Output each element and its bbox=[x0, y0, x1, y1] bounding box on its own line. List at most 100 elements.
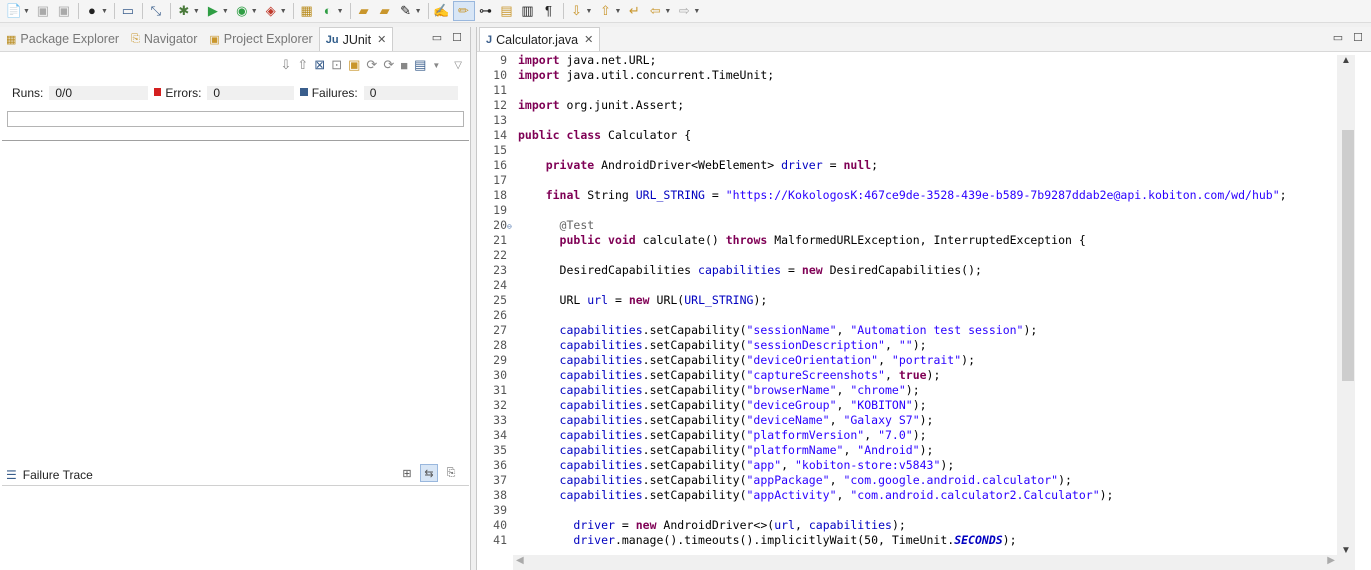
tab-calculator-java[interactable]: J Calculator.java ✕ bbox=[479, 27, 601, 51]
chevron-down-icon[interactable]: ▼ bbox=[280, 8, 287, 15]
new-class-button[interactable]: ◐ ▼ bbox=[318, 1, 346, 21]
minimize-icon[interactable]: ▭ bbox=[432, 31, 442, 44]
fold-marker[interactable]: ⊖ bbox=[507, 219, 515, 234]
rerun-test-icon[interactable]: ⟳ bbox=[366, 57, 377, 73]
chevron-down-icon[interactable]: ▼ bbox=[193, 8, 200, 15]
back-to-last-edit-button[interactable]: ↵ bbox=[624, 1, 644, 21]
code-line[interactable]: 40 driver = new AndroidDriver<>(url, cap… bbox=[477, 518, 906, 533]
show-failures-only-icon[interactable]: ⊠ bbox=[314, 57, 325, 73]
chevron-down-icon[interactable]: ▼ bbox=[101, 8, 108, 15]
chevron-down-icon[interactable]: ▼ bbox=[586, 8, 593, 15]
scroll-right-icon[interactable]: ▶ bbox=[1327, 555, 1335, 566]
back-button[interactable]: ⇦ ▼ bbox=[645, 1, 673, 21]
skip-breakpoints-button[interactable]: ⤡ bbox=[146, 1, 166, 21]
tab-junit[interactable]: Ju JUnit ✕ bbox=[318, 27, 394, 51]
tab-navigator[interactable]: ⎘ Navigator bbox=[125, 27, 203, 51]
code-line[interactable]: 22 bbox=[477, 248, 518, 263]
code-line[interactable]: 17 bbox=[477, 173, 518, 188]
code-line[interactable]: 18 final String URL_STRING = "https://Ko… bbox=[477, 188, 1286, 203]
save-all-button[interactable]: ▣ bbox=[54, 1, 74, 21]
code-line[interactable]: 39 bbox=[477, 503, 518, 518]
code-line[interactable]: 25 URL url = new URL(URL_STRING); bbox=[477, 293, 767, 308]
horizontal-scrollbar[interactable]: ◀ ▶ bbox=[513, 555, 1355, 570]
code-line[interactable]: 11 bbox=[477, 83, 518, 98]
scroll-left-icon[interactable]: ◀ bbox=[516, 555, 524, 566]
code-line[interactable]: 12 import org.junit.Assert; bbox=[477, 98, 684, 113]
external-tools-button[interactable]: ◈ ▼ bbox=[261, 1, 289, 21]
rerun-failures-first-icon[interactable]: ⟳ bbox=[383, 57, 394, 73]
toggle-mark-occurrences-button[interactable]: ✍ bbox=[432, 1, 452, 21]
maximize-icon[interactable]: ☐ bbox=[1353, 31, 1363, 44]
test-run-history-icon[interactable]: ▤ bbox=[414, 57, 426, 73]
new-package-button[interactable]: ▦ bbox=[297, 1, 317, 21]
code-line[interactable]: 23 DesiredCapabilities capabilities = ne… bbox=[477, 263, 982, 278]
code-line[interactable]: 38 capabilities.setCapability("appActivi… bbox=[477, 488, 1113, 503]
show-skipped-icon[interactable]: ⊡ bbox=[331, 57, 342, 73]
block-selection-button[interactable]: ▥ bbox=[518, 1, 538, 21]
filter-stack-trace-icon[interactable]: ⇆ bbox=[420, 464, 438, 482]
view-menu-icon[interactable]: ▽ bbox=[454, 60, 462, 71]
code-line[interactable]: 33 capabilities.setCapability("deviceNam… bbox=[477, 413, 933, 428]
new-button[interactable]: 📄 ▼ bbox=[4, 1, 32, 21]
code-line[interactable]: 41 driver.manage().timeouts().implicitly… bbox=[477, 533, 1016, 548]
coverage-button[interactable]: ◉ ▼ bbox=[232, 1, 260, 21]
code-line[interactable]: 36 capabilities.setCapability("app", "ko… bbox=[477, 458, 954, 473]
code-line[interactable]: 24 bbox=[477, 278, 518, 293]
code-line[interactable]: 32 capabilities.setCapability("deviceGro… bbox=[477, 398, 926, 413]
open-type-button[interactable]: ▰ bbox=[354, 1, 374, 21]
chevron-down-icon[interactable]: ▼ bbox=[664, 8, 671, 15]
close-icon[interactable]: ✕ bbox=[377, 33, 386, 46]
code-line[interactable]: 27 capabilities.setCapability("sessionNa… bbox=[477, 323, 1037, 338]
close-icon[interactable]: ✕ bbox=[584, 33, 593, 46]
forward-button[interactable]: ⇨ ▼ bbox=[674, 1, 702, 21]
chevron-down-icon[interactable]: ▼ bbox=[222, 8, 229, 15]
show-whitespace-button[interactable]: ▤ bbox=[497, 1, 517, 21]
search-button[interactable]: ✎ ▼ bbox=[396, 1, 424, 21]
code-line[interactable]: 28 capabilities.setCapability("sessionDe… bbox=[477, 338, 926, 353]
scrollbar-thumb[interactable] bbox=[1342, 130, 1354, 381]
code-line[interactable]: 34 capabilities.setCapability("platformV… bbox=[477, 428, 926, 443]
scroll-lock-icon[interactable]: ▣ bbox=[348, 57, 360, 73]
code-line[interactable]: 29 capabilities.setCapability("deviceOri… bbox=[477, 353, 975, 368]
chevron-down-icon[interactable]: ▼ bbox=[337, 8, 344, 15]
copy-trace-icon[interactable]: ⎘ bbox=[442, 464, 460, 482]
code-line[interactable]: 37 capabilities.setCapability("appPackag… bbox=[477, 473, 1072, 488]
chevron-down-icon[interactable]: ▼ bbox=[23, 8, 30, 15]
debug-button[interactable]: ✱ ▼ bbox=[174, 1, 202, 21]
scroll-up-icon[interactable]: ▲ bbox=[1341, 55, 1351, 66]
code-line[interactable]: 35 capabilities.setCapability("platformN… bbox=[477, 443, 933, 458]
previous-failure-icon[interactable]: ⇧ bbox=[297, 57, 308, 73]
code-line[interactable]: 30 capabilities.setCapability("captureSc… bbox=[477, 368, 940, 383]
code-line[interactable]: 16 private AndroidDriver<WebElement> dri… bbox=[477, 158, 878, 173]
code-line[interactable]: 26 bbox=[477, 308, 518, 323]
chevron-down-icon[interactable]: ▼ bbox=[432, 61, 440, 70]
code-line[interactable]: 31 capabilities.setCapability("browserNa… bbox=[477, 383, 919, 398]
code-line[interactable]: 19 bbox=[477, 203, 518, 218]
code-line[interactable]: 14 public class Calculator { bbox=[477, 128, 691, 143]
pilcrow-button[interactable]: ¶ bbox=[539, 1, 559, 21]
chevron-down-icon[interactable]: ▼ bbox=[251, 8, 258, 15]
save-button[interactable]: ▣ bbox=[33, 1, 53, 21]
pen-button[interactable]: ✏ bbox=[452, 1, 475, 21]
chevron-down-icon[interactable]: ▼ bbox=[415, 8, 422, 15]
terminal-button[interactable]: ▭ bbox=[118, 1, 138, 21]
chevron-down-icon[interactable]: ▼ bbox=[693, 8, 700, 15]
compare-results-icon[interactable]: ⊞ bbox=[398, 464, 416, 482]
code-line[interactable]: 15 bbox=[477, 143, 518, 158]
code-line[interactable]: 10 import java.util.concurrent.TimeUnit; bbox=[477, 68, 774, 83]
chevron-down-icon[interactable]: ▼ bbox=[614, 8, 621, 15]
history-button[interactable]: ⊶ bbox=[476, 1, 496, 21]
run-button[interactable]: ▶ ▼ bbox=[203, 1, 231, 21]
open-folder-button[interactable]: ▰ bbox=[375, 1, 395, 21]
stop-icon[interactable]: ■ bbox=[400, 58, 408, 73]
code-line[interactable]: 21 public void calculate() throws Malfor… bbox=[477, 233, 1086, 248]
vertical-scrollbar[interactable]: ▲ ▼ bbox=[1337, 55, 1355, 556]
next-failure-icon[interactable]: ⇩ bbox=[280, 57, 291, 73]
tab-project-explorer[interactable]: ▣ Project Explorer bbox=[203, 27, 318, 51]
code-line[interactable]: 13 bbox=[477, 113, 518, 128]
code-area[interactable]: 9 import java.net.URL; 10 import java.util.… bbox=[477, 53, 1339, 555]
maximize-icon[interactable]: ☐ bbox=[452, 31, 462, 44]
code-line[interactable]: 9 import java.net.URL; bbox=[477, 53, 656, 68]
prev-annotation-button[interactable]: ⇧ ▼ bbox=[595, 1, 623, 21]
tab-package-explorer[interactable]: ▦ Package Explorer bbox=[0, 27, 125, 51]
